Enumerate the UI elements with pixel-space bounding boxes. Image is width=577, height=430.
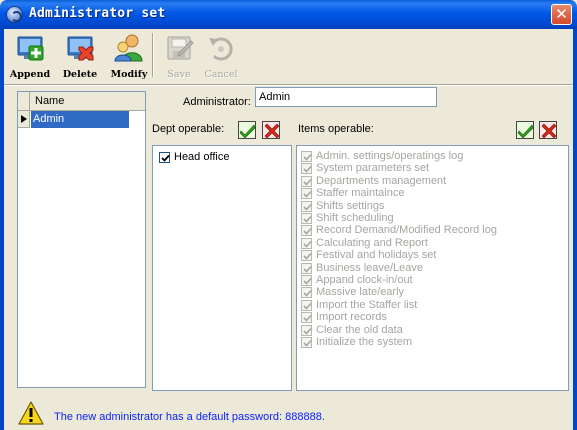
save-button[interactable]: Save (160, 33, 198, 81)
modify-button[interactable]: Modify (106, 33, 152, 81)
checkbox-checked-icon (301, 213, 312, 224)
checkmark-icon (517, 124, 534, 139)
checkbox-checked-icon (301, 262, 312, 274)
checkbox-checked-icon (301, 200, 312, 212)
checkbox-checked-icon (301, 175, 312, 187)
checkbox-label: Admin. settings/operatings log (316, 150, 464, 162)
items-clear-all-button[interactable] (539, 121, 557, 139)
list-item-label: Admin (31, 111, 129, 128)
checkbox-label: Festival and holidays set (316, 249, 437, 262)
checkbox-checked-icon (301, 151, 312, 162)
checkbox-checked-icon (301, 250, 312, 262)
header-corner (18, 92, 30, 111)
checkbox-checked-icon (301, 225, 312, 237)
dept-operable-label: Dept operable: (152, 123, 225, 135)
cancel-label: Cancel (204, 69, 238, 80)
save-label: Save (167, 69, 191, 80)
list-item-admin[interactable]: Admin (18, 111, 145, 128)
checkbox-label: Calculating and Report (316, 236, 428, 249)
cancel-icon (209, 37, 233, 61)
checkbox-checked-icon (301, 337, 312, 348)
window-title: Administrator set (29, 6, 166, 21)
delete-label: Delete (62, 69, 98, 80)
name-column-header[interactable]: Name (18, 92, 145, 111)
checkbox-checked-icon (301, 237, 312, 249)
administrator-list[interactable]: Name Admin (17, 91, 146, 388)
status-message: The new administrator has a default pass… (54, 411, 325, 423)
items-select-all-button[interactable] (516, 121, 534, 139)
checkbox-checked-icon (301, 299, 312, 311)
checkbox-label: Clear the old data (316, 323, 403, 336)
checkbox-label: Business leave/Leave (316, 261, 424, 274)
checkbox-label: Initialize the system (316, 336, 412, 348)
modify-label: Modify (110, 69, 148, 80)
append-button[interactable]: Append (8, 33, 52, 81)
close-button[interactable]: ✕ (551, 4, 572, 25)
administrator-input[interactable] (255, 87, 437, 107)
checkbox-label: Record Demand/Modified Record log (316, 224, 497, 237)
checkbox-checked-icon (301, 324, 312, 336)
checkbox-checked-icon (301, 188, 312, 200)
checkbox-label: System parameters set (316, 162, 430, 175)
items-checklist[interactable]: Admin. settings/operatings log System par… (296, 145, 569, 391)
save-icon (167, 36, 194, 60)
checkbox-label: Shift scheduling (316, 212, 394, 224)
checkbox-label: Import the Staffer list (316, 298, 418, 311)
checkbox-label: Import records (316, 311, 387, 324)
checkbox-label: Staffer maintaince (316, 187, 405, 200)
checkbox-checked-icon[interactable] (159, 152, 170, 163)
delete-button[interactable]: Delete (56, 33, 104, 81)
window-frame-left (0, 29, 4, 430)
dept-select-all-button[interactable] (238, 121, 256, 139)
checkbox-label: Massive late/early (316, 286, 405, 299)
administrator-label: Administrator: (183, 96, 251, 108)
modify-user-icon (114, 34, 143, 62)
warning-icon (18, 401, 44, 425)
checkbox-label: Shifts settings (316, 199, 385, 212)
checkbox-label: Departments management (316, 174, 447, 187)
dept-checklist[interactable]: Head office (152, 145, 292, 391)
cancel-button[interactable]: Cancel (200, 33, 242, 81)
name-header-label: Name (35, 95, 65, 107)
checkbox-checked-icon (301, 312, 312, 324)
window-frame-right (573, 29, 577, 430)
checkbox-checked-icon (301, 275, 312, 286)
app-icon (6, 6, 23, 23)
items-operable-label: Items operable: (298, 123, 374, 135)
checkbox-label: Head office (174, 151, 230, 163)
add-user-icon (17, 36, 44, 61)
checkbox-label: Appand clock-in/out (316, 274, 413, 286)
row-indicator-icon (18, 111, 30, 128)
checkbox-checked-icon (301, 287, 312, 299)
delete-user-icon (67, 36, 94, 61)
checkbox-checked-icon (301, 163, 312, 175)
checkmark-icon (239, 124, 256, 139)
toolbar-divider (4, 84, 573, 86)
title-bar: Administrator set ✕ (0, 0, 577, 29)
cross-icon (541, 123, 557, 139)
toolbar-separator (152, 33, 154, 77)
dept-clear-all-button[interactable] (262, 121, 280, 139)
cross-icon (264, 123, 280, 139)
append-label: Append (9, 69, 51, 80)
